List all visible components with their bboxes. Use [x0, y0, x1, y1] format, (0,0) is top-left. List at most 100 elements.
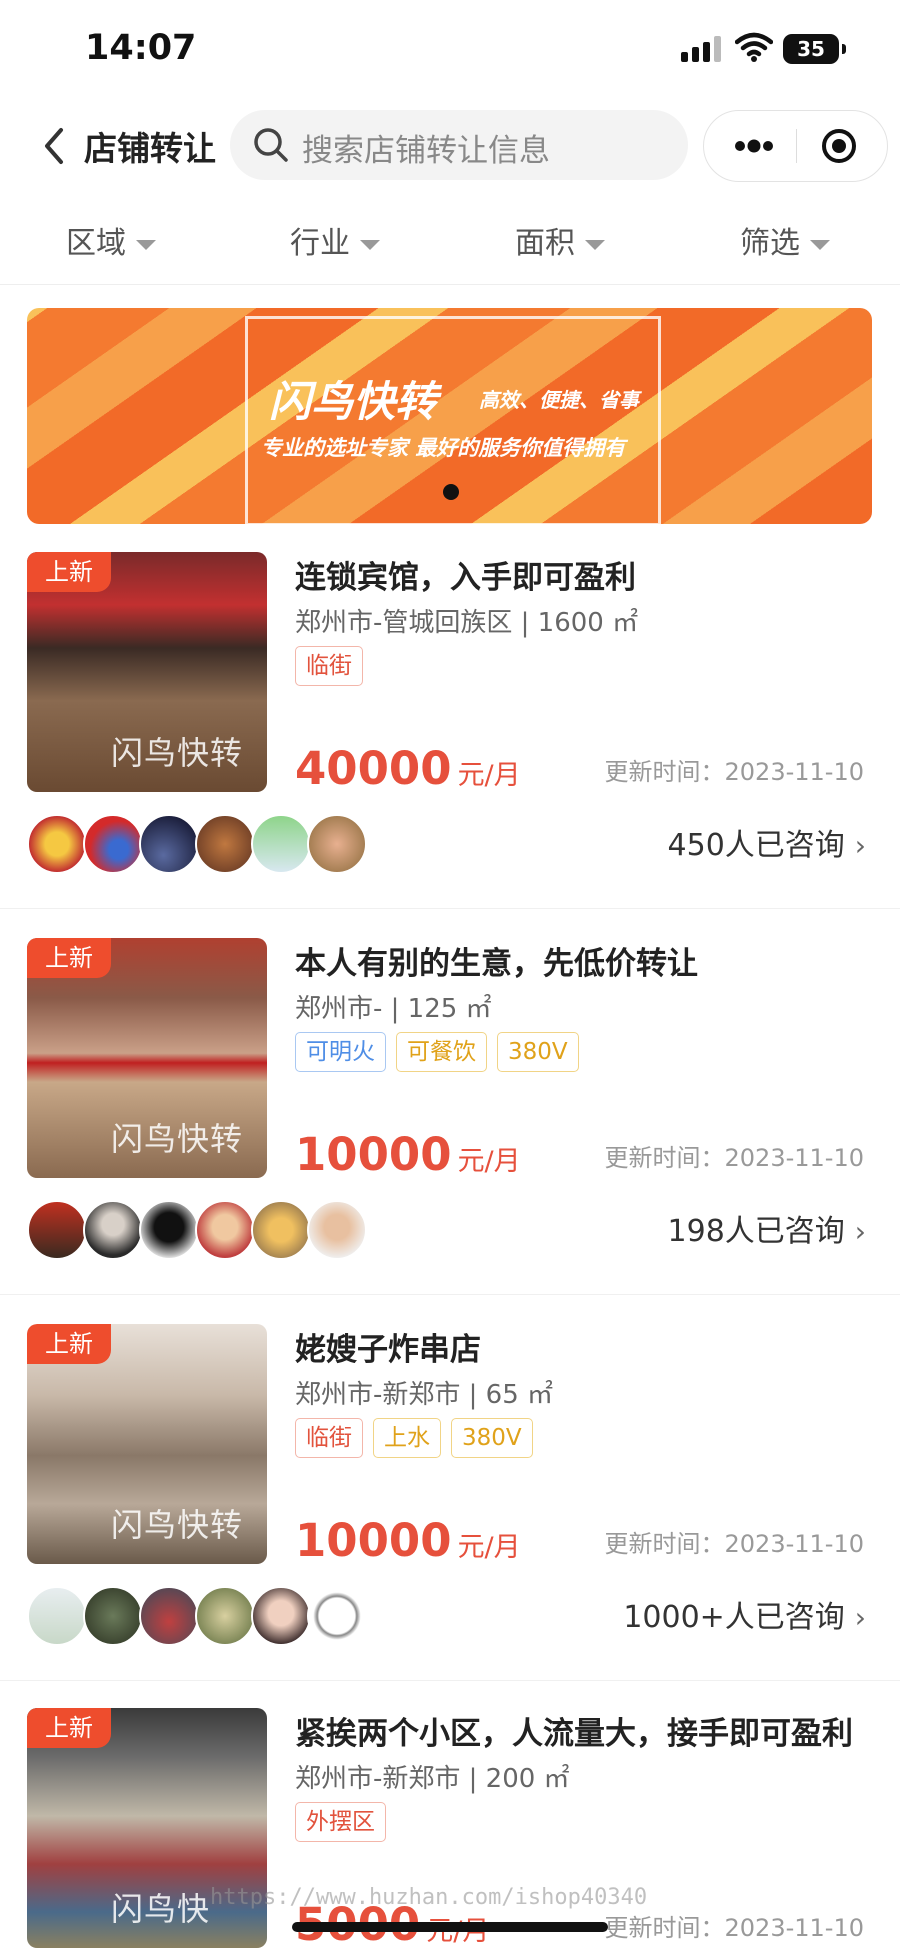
avatar: [195, 1586, 255, 1646]
filter-label: 区域: [66, 226, 126, 261]
avatar: [139, 1200, 199, 1260]
avatar: [27, 1586, 87, 1646]
avatar: [251, 814, 311, 874]
photo-watermark: 闪鸟快: [111, 1890, 211, 1928]
chevron-right-icon: ›: [854, 829, 866, 862]
avatar: [83, 1200, 143, 1260]
divider: [0, 1680, 900, 1681]
chevron-right-icon: ›: [854, 1601, 866, 1634]
listing-tags: 临街 上水 380V: [295, 1418, 543, 1458]
listing-tag: 可明火: [295, 1032, 386, 1072]
price-value: 40000: [295, 742, 452, 795]
banner-slogan: 高效、便捷、省事: [479, 388, 639, 412]
listing-price: 10000 元/月: [295, 1128, 521, 1181]
filter-industry[interactable]: 行业: [290, 218, 380, 262]
avatar: [195, 814, 255, 874]
listing-tag: 380V: [497, 1032, 579, 1072]
photo-watermark: 闪鸟快转: [111, 1120, 244, 1158]
filter-label: 面积: [515, 226, 575, 261]
price-value: 10000: [295, 1514, 452, 1567]
search-icon: [254, 128, 288, 162]
avatar: [251, 1586, 311, 1646]
home-indicator[interactable]: [292, 1922, 608, 1932]
listing-photo: 上新 闪鸟快转: [27, 552, 267, 792]
battery-indicator: 35: [783, 34, 846, 64]
listing-tag: 临街: [295, 646, 363, 686]
listing-title: 连锁宾馆，入手即可盈利: [295, 560, 636, 596]
carousel-indicator: [443, 484, 459, 500]
filter-area[interactable]: 面积: [515, 218, 605, 262]
more-icon[interactable]: [732, 128, 776, 164]
search-placeholder: 搜索店铺转让信息: [302, 133, 550, 169]
listing-tags: 临街: [295, 646, 373, 686]
filter-label: 筛选: [740, 226, 800, 261]
price-unit: 元/月: [457, 760, 521, 791]
price-unit: 元/月: [457, 1532, 521, 1563]
listing-location: 郑州市- | 125 ㎡: [295, 994, 492, 1024]
status-time: 14:07: [85, 28, 197, 68]
divider: [0, 284, 900, 285]
consult-count[interactable]: 450人已咨询 ›: [668, 820, 866, 864]
page-title: 店铺转让: [84, 129, 216, 168]
consult-count[interactable]: 198人已咨询 ›: [668, 1206, 866, 1250]
wifi-icon: [735, 32, 773, 62]
listing-location: 郑州市-管城回族区 | 1600 ㎡: [295, 608, 639, 638]
new-badge: 上新: [27, 552, 111, 592]
filter-bar: 区域 行业 面积 筛选: [0, 208, 900, 268]
avatar: [307, 1200, 367, 1260]
close-miniprogram-icon[interactable]: [820, 127, 858, 165]
listing-tags: 可明火 可餐饮 380V: [295, 1032, 589, 1072]
filter-more[interactable]: 筛选: [740, 218, 830, 262]
listing-tags: 外摆区: [295, 1802, 396, 1842]
listing-card[interactable]: 上新 闪鸟快转 姥嫂子炸串店 郑州市-新郑市 | 65 ㎡ 临街 上水 380V 1…: [0, 1324, 900, 1684]
listing-photo: 上新 闪鸟快转: [27, 1324, 267, 1564]
listing-photo: 上新 闪鸟快转: [27, 938, 267, 1178]
listing-title: 姥嫂子炸串店: [295, 1332, 481, 1368]
consult-label: 450人已咨询: [667, 828, 845, 863]
listing-price: 40000 元/月: [295, 742, 521, 795]
avatar: [195, 1200, 255, 1260]
chevron-down-icon: [136, 239, 156, 250]
new-badge: 上新: [27, 1708, 111, 1748]
listing-price: 10000 元/月: [295, 1514, 521, 1567]
capsule-divider: [796, 129, 797, 163]
banner-brand: 闪鸟快转: [269, 377, 438, 426]
status-bar: 14:07 35: [0, 0, 900, 100]
listing-updated: 更新时间：2023-11-10: [604, 1914, 864, 1942]
chevron-right-icon: ›: [854, 1215, 866, 1248]
listing-card[interactable]: 上新 闪鸟快 紧挨两个小区，人流量大，接手即可盈利 郑州市-新郑市 | 200 …: [0, 1708, 900, 1951]
new-badge: 上新: [27, 938, 111, 978]
photo-watermark: 闪鸟快转: [111, 734, 244, 772]
listing-updated: 更新时间：2023-11-10: [604, 1144, 864, 1172]
listing-tag: 临街: [295, 1418, 363, 1458]
chevron-down-icon: [360, 239, 380, 250]
listing-card[interactable]: 上新 闪鸟快转 本人有别的生意，先低价转让 郑州市- | 125 ㎡ 可明火 可餐…: [0, 938, 900, 1298]
filter-region[interactable]: 区域: [66, 218, 156, 262]
listing-card[interactable]: 上新 闪鸟快转 连锁宾馆，入手即可盈利 郑州市-管城回族区 | 1600 ㎡ 临…: [0, 552, 900, 912]
avatar: [307, 814, 367, 874]
overlay-watermark: https://www.huzhan.com/ishop40340: [210, 1885, 648, 1910]
chevron-down-icon: [585, 239, 605, 250]
avatar: [307, 1586, 367, 1646]
search-input[interactable]: 搜索店铺转让信息: [230, 110, 688, 180]
photo-watermark: 闪鸟快转: [111, 1506, 244, 1544]
avatar: [139, 814, 199, 874]
listing-photo: 上新 闪鸟快: [27, 1708, 267, 1948]
avatar: [27, 1200, 87, 1260]
consult-label: 198人已咨询: [667, 1214, 845, 1249]
listing-updated: 更新时间：2023-11-10: [604, 1530, 864, 1558]
consult-label: 1000+人已咨询: [623, 1600, 845, 1635]
listing-location: 郑州市-新郑市 | 200 ㎡: [295, 1764, 570, 1794]
back-icon[interactable]: [35, 126, 75, 166]
promo-banner[interactable]: 闪鸟快转 高效、便捷、省事 专业的选址专家 最好的服务你值得拥有: [27, 308, 872, 524]
mini-program-capsule: [703, 110, 888, 182]
avatar: [83, 1586, 143, 1646]
nav-bar: 店铺转让 搜索店铺转让信息: [0, 108, 900, 184]
price-unit: 元/月: [457, 1146, 521, 1177]
avatar: [27, 814, 87, 874]
divider: [0, 908, 900, 909]
signal-icon: [681, 36, 721, 62]
avatar: [83, 814, 143, 874]
listing-location: 郑州市-新郑市 | 65 ㎡: [295, 1380, 554, 1410]
consult-count[interactable]: 1000+人已咨询 ›: [623, 1592, 866, 1636]
